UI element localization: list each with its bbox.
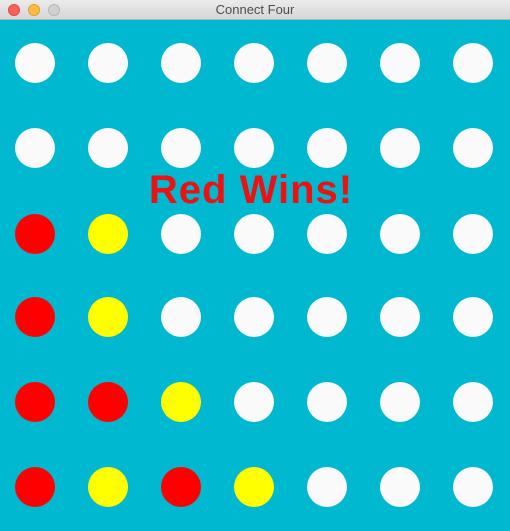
empty-slot[interactable] bbox=[453, 297, 493, 337]
empty-slot[interactable] bbox=[88, 43, 128, 83]
empty-slot[interactable] bbox=[380, 297, 420, 337]
empty-slot[interactable] bbox=[15, 43, 55, 83]
empty-slot[interactable] bbox=[161, 214, 201, 254]
empty-slot[interactable] bbox=[88, 128, 128, 168]
empty-slot[interactable] bbox=[453, 467, 493, 507]
app-window: Connect Four Red Wins! bbox=[0, 0, 510, 531]
yellow-disc[interactable] bbox=[88, 214, 128, 254]
empty-slot[interactable] bbox=[234, 214, 274, 254]
game-board[interactable]: Red Wins! bbox=[0, 20, 510, 531]
empty-slot[interactable] bbox=[380, 214, 420, 254]
red-disc[interactable] bbox=[15, 382, 55, 422]
status-message: Red Wins! bbox=[148, 168, 354, 212]
empty-slot[interactable] bbox=[161, 43, 201, 83]
empty-slot[interactable] bbox=[453, 382, 493, 422]
yellow-disc[interactable] bbox=[88, 297, 128, 337]
empty-slot[interactable] bbox=[380, 128, 420, 168]
empty-slot[interactable] bbox=[234, 43, 274, 83]
empty-slot[interactable] bbox=[307, 214, 347, 254]
yellow-disc[interactable] bbox=[161, 382, 201, 422]
empty-slot[interactable] bbox=[307, 382, 347, 422]
title-bar[interactable]: Connect Four bbox=[0, 0, 510, 20]
empty-slot[interactable] bbox=[380, 43, 420, 83]
empty-slot[interactable] bbox=[15, 128, 55, 168]
red-disc[interactable] bbox=[88, 382, 128, 422]
empty-slot[interactable] bbox=[453, 214, 493, 254]
empty-slot[interactable] bbox=[234, 297, 274, 337]
empty-slot[interactable] bbox=[307, 297, 347, 337]
yellow-disc[interactable] bbox=[88, 467, 128, 507]
empty-slot[interactable] bbox=[453, 43, 493, 83]
empty-slot[interactable] bbox=[234, 128, 274, 168]
empty-slot[interactable] bbox=[307, 128, 347, 168]
empty-slot[interactable] bbox=[161, 128, 201, 168]
red-disc[interactable] bbox=[15, 214, 55, 254]
red-disc[interactable] bbox=[161, 467, 201, 507]
red-disc[interactable] bbox=[15, 467, 55, 507]
empty-slot[interactable] bbox=[380, 467, 420, 507]
empty-slot[interactable] bbox=[453, 128, 493, 168]
empty-slot[interactable] bbox=[380, 382, 420, 422]
window-title: Connect Four bbox=[215, 2, 295, 17]
empty-slot[interactable] bbox=[307, 43, 347, 83]
empty-slot[interactable] bbox=[234, 382, 274, 422]
empty-slot[interactable] bbox=[161, 297, 201, 337]
yellow-disc[interactable] bbox=[234, 467, 274, 507]
empty-slot[interactable] bbox=[307, 467, 347, 507]
red-disc[interactable] bbox=[15, 297, 55, 337]
